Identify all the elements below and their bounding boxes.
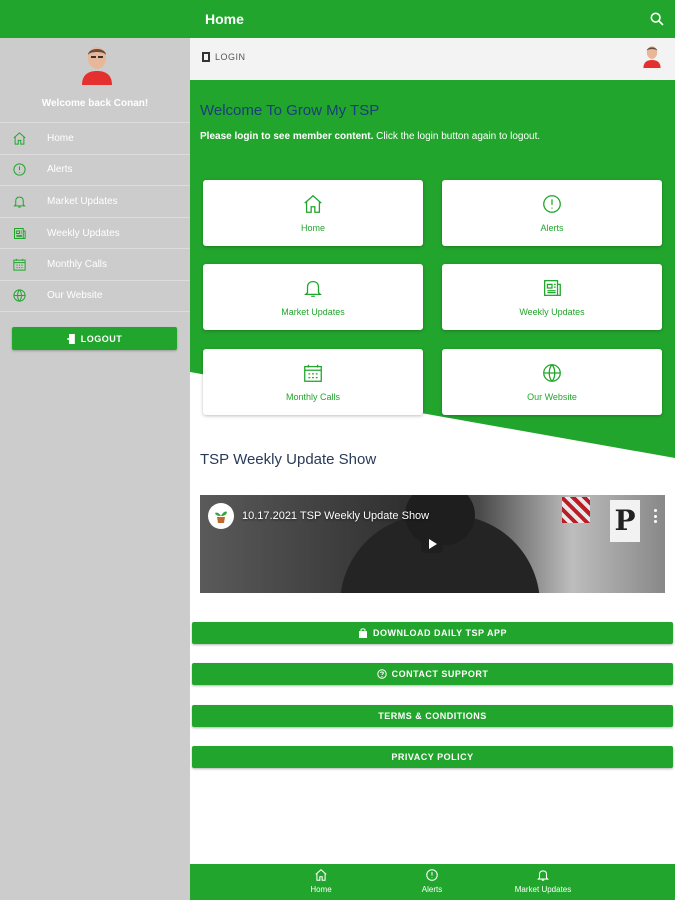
bottom-nav-alerts[interactable]: Alerts (392, 868, 472, 894)
drawer-item-monthly-calls[interactable]: Monthly Calls (0, 248, 190, 280)
video-player[interactable]: P 10.17.2021 TSP Weekly Update Show (200, 495, 665, 593)
terms-button[interactable]: TERMS & CONDITIONS (192, 705, 673, 727)
bottom-navigation: Home Alerts Market Updates (190, 864, 675, 900)
calendar-icon (11, 257, 27, 273)
drawer-item-label: Alerts (47, 164, 73, 176)
drawer-item-weekly-updates[interactable]: Weekly Updates (0, 216, 190, 249)
alert-circle-icon (426, 869, 438, 881)
page-title: Home (205, 11, 244, 27)
login-bar: LOGIN (190, 38, 675, 80)
globe-icon (11, 288, 27, 304)
drawer-item-label: Market Updates (47, 195, 118, 207)
drawer-item-our-website[interactable]: Our Website (0, 279, 190, 312)
hero-subtitle: Please login to see member content. Clic… (200, 131, 540, 142)
home-icon (11, 130, 27, 146)
globe-icon (543, 364, 561, 383)
bell-icon (304, 280, 322, 297)
home-icon (315, 869, 327, 881)
play-button[interactable] (421, 535, 443, 553)
download-app-button[interactable]: DOWNLOAD DAILY TSP APP (192, 622, 673, 644)
alert-circle-icon (543, 195, 561, 213)
user-avatar[interactable] (641, 44, 663, 68)
video-more-icon[interactable] (653, 509, 657, 523)
main-content: Home LOGIN Welcome To Grow My TSP Please… (190, 0, 675, 900)
login-button[interactable]: LOGIN (202, 52, 246, 62)
drawer-item-label: Home (47, 132, 74, 144)
hero-subtitle-rest: Click the login button again to logout. (373, 131, 541, 142)
drawer-item-alerts[interactable]: Alerts (0, 153, 190, 186)
tile-our-website[interactable]: Our Website (442, 349, 662, 415)
newspaper-icon (11, 225, 27, 241)
play-icon (421, 535, 443, 553)
video-section-title: TSP Weekly Update Show (200, 451, 377, 468)
hero-subtitle-bold: Please login to see member content. (200, 131, 374, 142)
search-icon (650, 12, 664, 26)
tile-market-updates[interactable]: Market Updates (203, 264, 423, 330)
tile-label: Home (300, 223, 325, 233)
video-backdrop-flag (562, 497, 590, 523)
tile-label: Monthly Calls (285, 392, 341, 402)
logout-label: LOGOUT (80, 333, 123, 344)
tile-monthly-calls[interactable]: Monthly Calls (203, 349, 423, 415)
download-app-label: DOWNLOAD DAILY TSP APP (372, 628, 508, 638)
bottom-nav-home[interactable]: Home (281, 868, 361, 894)
login-icon (202, 52, 210, 62)
bottom-nav-label: Alerts (421, 885, 443, 894)
hero-title: Welcome To Grow My TSP (200, 102, 380, 119)
login-label: LOGIN (215, 52, 246, 62)
contact-support-button[interactable]: CONTACT SUPPORT (192, 663, 673, 685)
bell-icon (537, 870, 549, 881)
home-icon (304, 194, 322, 213)
video-backdrop-sign: P (610, 500, 640, 542)
plant-icon (215, 511, 227, 523)
drawer-item-market-updates[interactable]: Market Updates (0, 185, 190, 217)
tile-label: Our Website (527, 392, 577, 402)
drawer-item-label: Weekly Updates (47, 227, 120, 239)
video-title: 10.17.2021 TSP Weekly Update Show (242, 510, 430, 522)
channel-avatar[interactable] (208, 503, 234, 529)
bottom-nav-label: Market Updates (514, 885, 572, 894)
tile-label: Market Updates (281, 307, 345, 317)
user-avatar (82, 47, 112, 85)
terms-label: TERMS & CONDITIONS (378, 711, 487, 721)
newspaper-icon (544, 280, 561, 296)
drawer-profile: Welcome back Conan! (0, 38, 190, 122)
bottom-nav-label: Home (310, 885, 332, 894)
drawer-nav: Home Alerts Market Updates Weekly Update… (0, 122, 190, 312)
tile-home[interactable]: Home (203, 180, 423, 246)
logout-icon (67, 333, 75, 344)
app-bar: Home (190, 0, 675, 38)
drawer-header-bar (0, 0, 190, 38)
welcome-message: Welcome back Conan! (41, 98, 149, 109)
logout-button[interactable]: LOGOUT (12, 327, 177, 350)
tile-label: Weekly Updates (519, 307, 585, 317)
privacy-policy-label: PRIVACY POLICY (391, 752, 474, 762)
search-button[interactable] (649, 11, 665, 27)
drawer-item-label: Our Website (47, 290, 103, 302)
bottom-nav-market-updates[interactable]: Market Updates (503, 868, 583, 894)
alert-circle-icon (11, 162, 27, 178)
privacy-policy-button[interactable]: PRIVACY POLICY (192, 746, 673, 768)
tile-label: Alerts (540, 223, 564, 233)
tile-alerts[interactable]: Alerts (442, 180, 662, 246)
contact-support-label: CONTACT SUPPORT (391, 669, 489, 679)
calendar-icon (304, 364, 322, 382)
help-circle-icon (376, 669, 387, 679)
drawer-item-label: Monthly Calls (47, 259, 108, 271)
drawer-item-home[interactable]: Home (0, 122, 190, 154)
shopping-bag-icon (358, 628, 367, 638)
side-drawer: Welcome back Conan! Home Alerts Market U… (0, 0, 190, 900)
bell-icon (11, 193, 27, 209)
tile-weekly-updates[interactable]: Weekly Updates (442, 264, 662, 330)
